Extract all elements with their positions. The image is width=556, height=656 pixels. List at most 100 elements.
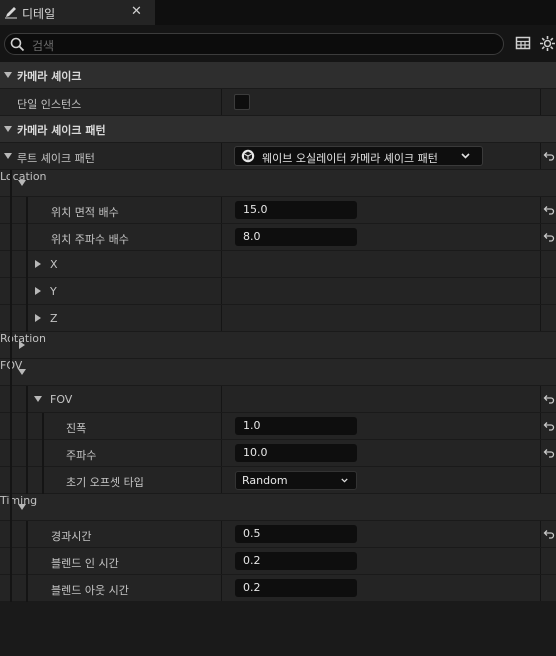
column-divider (540, 521, 541, 547)
settings-gear-icon[interactable] (539, 35, 556, 52)
table-view-icon[interactable] (515, 35, 532, 52)
column-divider (540, 386, 541, 412)
fov-frequency-input[interactable]: 10.0 (235, 444, 357, 462)
row-duration: 경과시간 0.5 (0, 521, 556, 547)
column-divider (221, 197, 222, 223)
chevron-down-icon (341, 478, 348, 483)
single-instance-checkbox[interactable] (234, 94, 250, 110)
reset-to-default-icon[interactable] (543, 204, 555, 216)
location-frequency-multiplier-input[interactable]: 8.0 (235, 228, 357, 246)
reset-to-default-icon[interactable] (543, 231, 555, 243)
column-divider (540, 224, 541, 250)
row-location-z[interactable]: Z (0, 305, 556, 331)
row-location-frequency-multiplier: 위치 주파수 배수 8.0 (0, 224, 556, 250)
collapse-arrow-icon[interactable] (18, 180, 26, 186)
column-divider (540, 278, 541, 304)
property-label: 단일 인스턴스 (17, 98, 82, 111)
expand-arrow-icon[interactable] (35, 260, 41, 268)
column-divider (540, 548, 541, 574)
details-tab[interactable]: 디테일 ✕ (0, 0, 155, 25)
column-divider (540, 89, 541, 115)
row-fov-initial-offset-type: 초기 오프셋 타입 Random (0, 467, 556, 493)
column-divider (221, 386, 222, 412)
root-shake-pattern-dropdown[interactable]: 웨이브 오실레이터 카메라 셰이크 패턴 (234, 146, 483, 166)
column-divider (221, 440, 222, 466)
reset-to-default-icon[interactable] (543, 150, 555, 162)
tab-bar: 디테일 ✕ (0, 0, 556, 25)
column-divider (221, 575, 222, 601)
collapse-arrow-icon[interactable] (4, 72, 12, 78)
blueprint-class-icon (241, 149, 255, 163)
tab-close-icon[interactable]: ✕ (131, 4, 142, 19)
property-label: 블렌드 아웃 시간 (51, 584, 129, 597)
collapse-arrow-icon[interactable] (18, 369, 26, 375)
column-divider (540, 413, 541, 439)
search-input[interactable]: 검색 (4, 33, 504, 55)
property-label: FOV (50, 393, 73, 406)
tab-title: 디테일 (22, 7, 56, 21)
collapse-arrow-icon[interactable] (4, 126, 12, 132)
column-divider (540, 467, 541, 493)
group-timing[interactable]: Timing (0, 494, 556, 520)
chevron-down-icon (461, 153, 470, 159)
category-camera-shake-pattern[interactable]: 카메라 셰이크 패턴 (0, 116, 556, 142)
property-label: 루트 셰이크 패턴 (17, 152, 95, 165)
column-divider (221, 224, 222, 250)
indent-guide (26, 197, 28, 332)
reset-to-default-icon[interactable] (543, 528, 555, 540)
column-divider (540, 143, 541, 169)
column-divider (540, 251, 541, 277)
row-location-x[interactable]: X (0, 251, 556, 277)
collapse-arrow-icon[interactable] (18, 504, 26, 510)
group-location[interactable]: Location (0, 170, 556, 196)
search-icon (10, 37, 25, 52)
column-divider (540, 305, 541, 331)
row-blend-in-time: 블렌드 인 시간 0.2 (0, 548, 556, 574)
expand-arrow-icon[interactable] (35, 314, 41, 322)
details-toolbar: 검색 (0, 25, 556, 62)
property-label: Z (50, 312, 58, 325)
expand-arrow-icon[interactable] (35, 287, 41, 295)
duration-input[interactable]: 0.5 (235, 525, 357, 543)
dropdown-value: 웨이브 오실레이터 카메라 셰이크 패턴 (262, 152, 438, 165)
group-fov[interactable]: FOV (0, 359, 556, 385)
property-label: 진폭 (66, 422, 87, 435)
property-label: 경과시간 (51, 530, 92, 543)
indent-guide (26, 386, 28, 494)
fov-amplitude-input[interactable]: 1.0 (235, 417, 357, 435)
category-label: 카메라 셰이크 패턴 (17, 124, 106, 137)
location-amplitude-multiplier-input[interactable]: 15.0 (235, 201, 357, 219)
row-root-shake-pattern: 루트 셰이크 패턴 웨이브 오실레이터 카메라 셰이크 패턴 (0, 143, 556, 169)
column-divider (221, 89, 222, 115)
dropdown-value: Random (242, 474, 288, 487)
row-single-instance: 단일 인스턴스 (0, 89, 556, 115)
group-rotation[interactable]: Rotation (0, 332, 556, 358)
blend-in-time-input[interactable]: 0.2 (235, 552, 357, 570)
property-label: 위치 면적 배수 (51, 206, 119, 219)
row-fov-amplitude: 진폭 1.0 (0, 413, 556, 439)
column-divider (540, 440, 541, 466)
details-pencil-icon (5, 7, 17, 19)
column-divider (221, 305, 222, 331)
indent-guide (42, 413, 44, 494)
initial-offset-type-dropdown[interactable]: Random (235, 471, 357, 490)
category-camera-shake[interactable]: 카메라 셰이크 (0, 62, 556, 88)
column-divider (540, 575, 541, 601)
collapse-arrow-icon[interactable] (34, 396, 42, 402)
column-divider (221, 143, 222, 169)
row-location-y[interactable]: Y (0, 278, 556, 304)
indent-guide (10, 170, 12, 602)
column-divider (540, 197, 541, 223)
reset-to-default-icon[interactable] (543, 393, 555, 405)
category-label: 카메라 셰이크 (17, 70, 82, 83)
column-divider (221, 548, 222, 574)
reset-to-default-icon[interactable] (543, 420, 555, 432)
column-divider (221, 278, 222, 304)
expand-arrow-icon[interactable] (19, 341, 25, 349)
reset-to-default-icon[interactable] (543, 447, 555, 459)
blend-out-time-input[interactable]: 0.2 (235, 579, 357, 597)
collapse-arrow-icon[interactable] (4, 153, 12, 159)
property-label: 주파수 (66, 449, 97, 462)
column-divider (221, 413, 222, 439)
row-fov-struct[interactable]: FOV (0, 386, 556, 412)
